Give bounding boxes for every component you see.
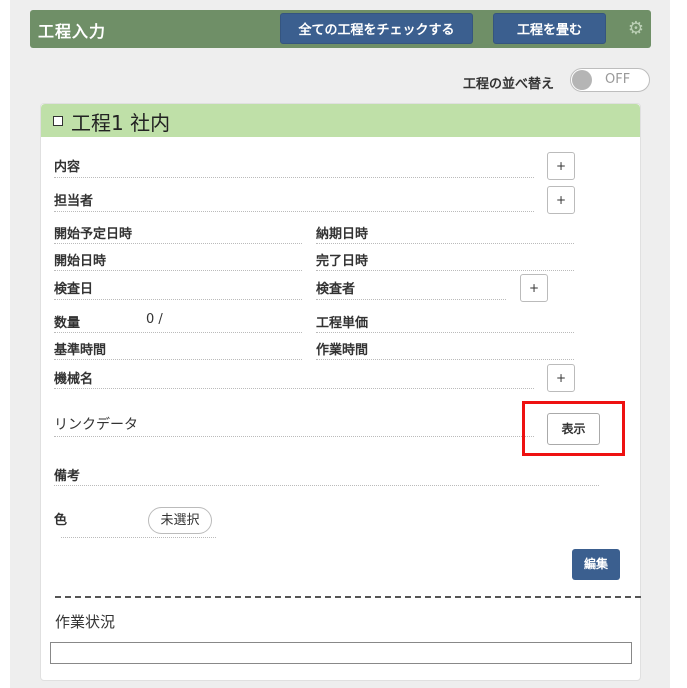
color-divider	[61, 537, 216, 538]
content-add-button[interactable]: +	[547, 152, 575, 180]
planned-start-label: 開始予定日時	[54, 227, 133, 242]
inspector-label: 検査者	[316, 282, 356, 297]
work-time-divider	[316, 359, 574, 360]
due-date-divider	[316, 243, 574, 244]
quantity-label: 数量	[54, 316, 81, 331]
quantity-divider	[54, 332, 302, 333]
due-date-label: 納期日時	[316, 227, 369, 242]
fold-processes-button[interactable]: 工程を畳む	[493, 13, 606, 44]
process-checkbox[interactable]	[53, 116, 63, 126]
toggle-state-text: OFF	[605, 72, 631, 87]
assignee-add-button[interactable]: +	[547, 186, 575, 214]
process-title: 工程1 社内	[71, 111, 171, 135]
toggle-knob	[572, 70, 592, 90]
content-divider	[54, 177, 534, 178]
notes-divider	[54, 485, 599, 486]
notes-label: 備考	[54, 469, 81, 484]
color-select-button[interactable]: 未選択	[148, 507, 212, 534]
inspection-date-divider	[54, 299, 302, 300]
machine-divider	[54, 388, 534, 389]
machine-add-button[interactable]: +	[547, 364, 575, 392]
machine-label: 機械名	[54, 372, 94, 387]
color-label: 色	[54, 513, 68, 528]
sort-label: 工程の並べ替え	[463, 77, 555, 92]
standard-time-divider	[54, 359, 302, 360]
gear-icon[interactable]: ⚙	[627, 20, 645, 38]
app-header: 工程入力 全ての工程をチェックする 工程を畳む ⚙	[30, 10, 651, 48]
start-date-divider	[54, 270, 302, 271]
work-status-field[interactable]	[50, 642, 632, 664]
start-date-label: 開始日時	[54, 254, 107, 269]
finish-date-label: 完了日時	[316, 254, 369, 269]
planned-start-divider	[54, 243, 302, 244]
process-card-header: 工程1 社内	[41, 104, 640, 137]
content-label: 内容	[54, 160, 81, 175]
edit-button[interactable]: 編集	[572, 549, 620, 580]
process-card: 工程1 社内 内容 + 担当者 + 開始予定日時 納期日時 開始日時 完了日時 …	[40, 103, 641, 681]
assignee-label: 担当者	[54, 194, 94, 209]
unit-price-divider	[316, 332, 574, 333]
app-title: 工程入力	[38, 22, 107, 41]
check-all-button[interactable]: 全ての工程をチェックする	[280, 13, 473, 44]
standard-time-label: 基準時間	[54, 343, 107, 358]
link-data-divider	[54, 436, 534, 437]
sort-toggle[interactable]: OFF	[570, 68, 650, 92]
inspection-date-label: 検査日	[54, 282, 94, 297]
quantity-value: 0 /	[146, 312, 163, 327]
unit-price-label: 工程単価	[316, 316, 369, 331]
assignee-divider	[54, 211, 534, 212]
link-data-label: リンクデータ	[54, 417, 138, 433]
inspector-divider	[316, 299, 506, 300]
section-separator	[55, 596, 641, 598]
inspector-add-button[interactable]: +	[520, 274, 548, 302]
link-data-show-button[interactable]: 表示	[547, 413, 600, 445]
finish-date-divider	[316, 270, 574, 271]
work-time-label: 作業時間	[316, 343, 369, 358]
work-status-label: 作業状況	[55, 613, 116, 631]
